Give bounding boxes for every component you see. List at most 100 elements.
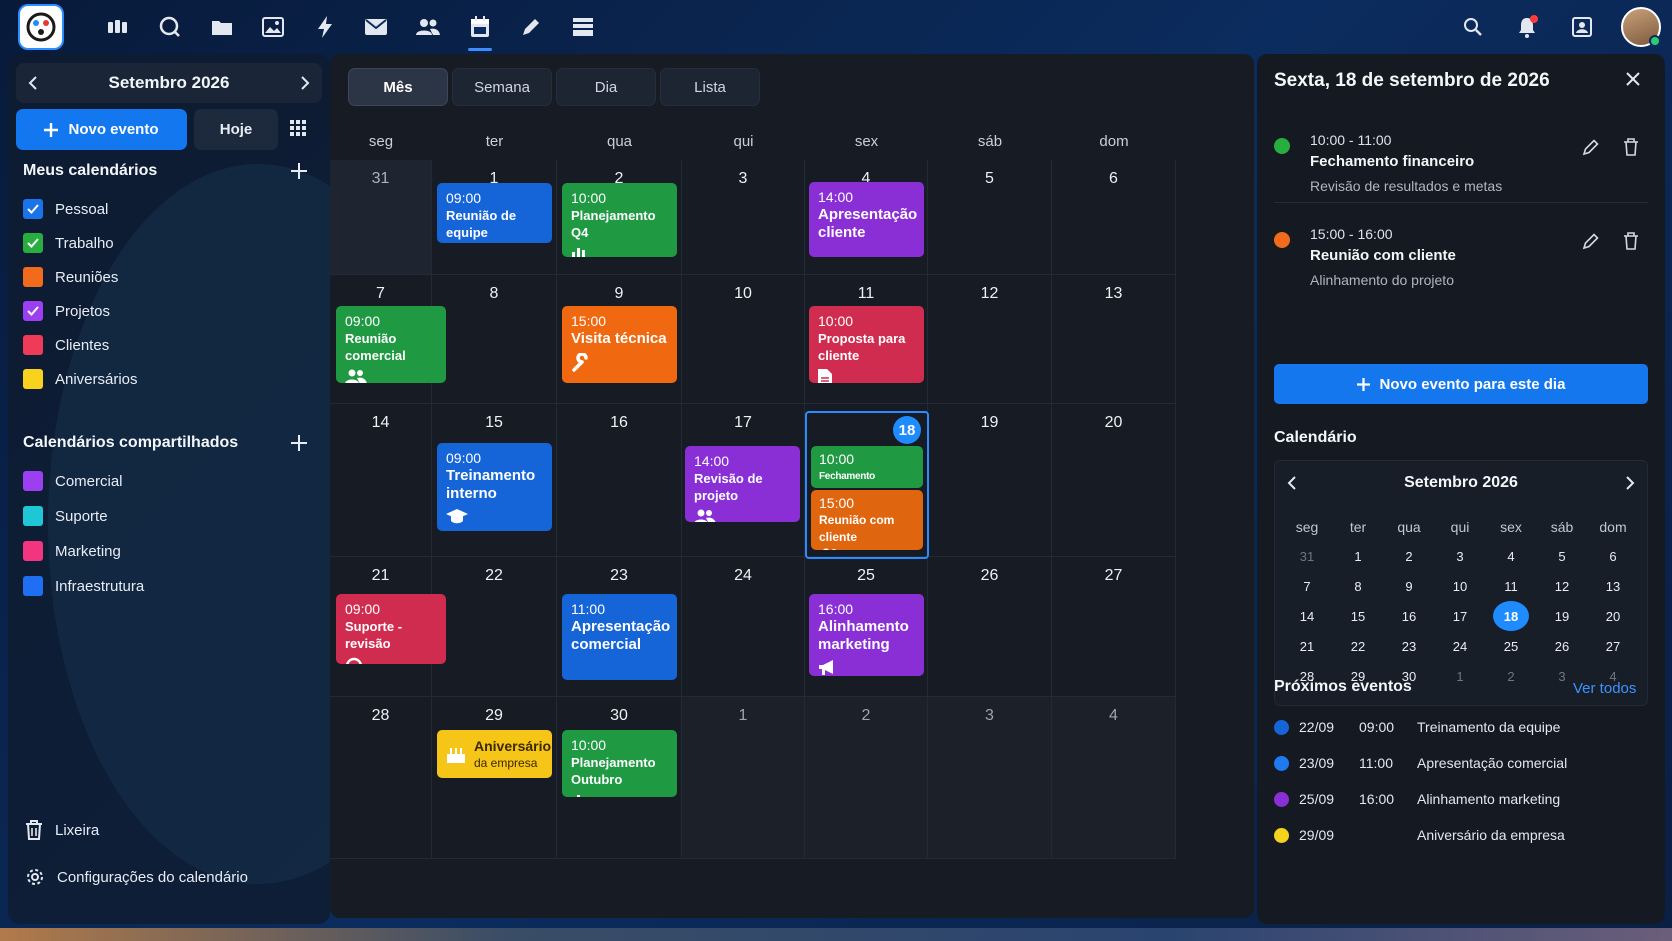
day-cell[interactable]: 24	[682, 557, 805, 697]
new-event-button[interactable]: Novo evento	[16, 109, 187, 150]
calendar-color-swatch[interactable]	[23, 506, 43, 526]
upcoming-event[interactable]: 23/09 11:00 Apresentação comercial	[1274, 752, 1648, 774]
mini-day[interactable]: 24	[1435, 634, 1485, 658]
day-cell[interactable]: 20	[1052, 404, 1176, 557]
calendar-event[interactable]: 10:00 Proposta para cliente	[809, 306, 924, 383]
mini-day[interactable]: 2	[1384, 544, 1434, 568]
calendar-item[interactable]: Aniversários	[23, 369, 138, 389]
new-day-event-button[interactable]: Novo evento para este dia	[1274, 364, 1648, 404]
day-cell[interactable]: 31	[330, 160, 432, 275]
mini-day[interactable]: 31	[1282, 544, 1332, 568]
calendar-event[interactable]: Aniversário da empresa	[437, 730, 552, 778]
upcoming-event[interactable]: 29/09 Aniversário da empresa	[1274, 824, 1648, 846]
mini-day[interactable]: 16	[1384, 604, 1434, 628]
calendar-item[interactable]: Pessoal	[23, 199, 108, 219]
mini-day[interactable]: 4	[1486, 544, 1536, 568]
mini-day[interactable]: 15	[1333, 604, 1383, 628]
contacts-icon[interactable]	[414, 13, 442, 41]
day-cell[interactable]: 3	[682, 160, 805, 275]
calendar-item[interactable]: Clientes	[23, 335, 109, 355]
widgets-icon[interactable]	[104, 13, 132, 41]
mini-day[interactable]: 25	[1486, 634, 1536, 658]
trash-icon[interactable]	[1623, 232, 1639, 250]
day-cell[interactable]: 1	[682, 697, 805, 859]
calendar-event[interactable]: 09:00 Treinamento interno	[437, 443, 552, 531]
day-cell[interactable]: 8	[432, 275, 557, 404]
mini-day[interactable]: 9	[1384, 574, 1434, 598]
day-cell[interactable]: 4	[1052, 697, 1176, 859]
mini-day[interactable]: 10	[1435, 574, 1485, 598]
calendar-checkbox[interactable]	[23, 369, 43, 389]
shared-calendar-item[interactable]: Comercial	[23, 471, 123, 491]
calendar-event[interactable]: 10:00 Fechamento financeiro	[811, 446, 923, 488]
prev-month-button[interactable]	[16, 63, 50, 103]
mini-day[interactable]: 12	[1537, 574, 1587, 598]
mini-day[interactable]: 1	[1435, 664, 1485, 688]
apps-logo-icon[interactable]	[18, 4, 64, 50]
calendar-checkbox[interactable]	[23, 301, 43, 321]
pen-icon[interactable]	[517, 13, 545, 41]
calendar-checkbox[interactable]	[23, 267, 43, 287]
calendar-checkbox[interactable]	[23, 233, 43, 253]
tab-1[interactable]: Semana	[452, 68, 552, 106]
calendar-item[interactable]: Projetos	[23, 301, 110, 321]
mini-day[interactable]: 6	[1588, 544, 1638, 568]
calendar-event[interactable]: 15:00 Reunião com cliente	[811, 490, 923, 550]
mini-day[interactable]: 7	[1282, 574, 1332, 598]
day-event-item[interactable]: 10:00 - 11:00 Fechamento financeiro Revisã…	[1274, 132, 1648, 202]
day-cell[interactable]: 22	[432, 557, 557, 697]
mini-day[interactable]: 20	[1588, 604, 1638, 628]
calendar-event[interactable]: 10:00 Planejamento Q4	[562, 183, 677, 257]
day-cell[interactable]: 3	[928, 697, 1052, 859]
mini-day-selected[interactable]: 18	[1486, 601, 1536, 631]
shared-calendar-item[interactable]: Infraestrutura	[23, 576, 144, 596]
day-cell[interactable]: 19	[928, 404, 1052, 557]
calendar-icon[interactable]	[466, 13, 494, 51]
day-cell[interactable]: 27	[1052, 557, 1176, 697]
calendar-event[interactable]: 14:00 Revisão de projeto	[685, 446, 800, 522]
mini-day[interactable]: 13	[1588, 574, 1638, 598]
shared-calendar-item[interactable]: Suporte	[23, 506, 108, 526]
tab-0[interactable]: Mês	[348, 68, 448, 106]
mini-day[interactable]: 11	[1486, 574, 1536, 598]
mini-day[interactable]: 8	[1333, 574, 1383, 598]
calendar-item[interactable]: Trabalho	[23, 233, 114, 253]
chat-icon[interactable]	[156, 13, 184, 41]
next-month-button[interactable]	[288, 63, 322, 103]
calendar-color-swatch[interactable]	[23, 471, 43, 491]
mini-next-button[interactable]	[1625, 476, 1635, 490]
calendar-event[interactable]: 10:00 Planejamento Outubro	[562, 730, 677, 797]
mini-day[interactable]: 14	[1282, 604, 1332, 628]
trash-icon[interactable]	[1623, 138, 1639, 156]
day-cell[interactable]: 2	[805, 697, 928, 859]
mini-day[interactable]: 21	[1282, 634, 1332, 658]
calendar-event[interactable]: 14:00 Apresentação cliente	[809, 182, 924, 257]
search-icon[interactable]	[1459, 13, 1487, 41]
calendar-checkbox[interactable]	[23, 199, 43, 219]
address-book-icon[interactable]	[1568, 13, 1596, 41]
add-calendar-icon[interactable]	[291, 163, 307, 179]
day-cell[interactable]: 28	[330, 697, 432, 859]
tab-3[interactable]: Lista	[660, 68, 760, 106]
mini-day[interactable]: 17	[1435, 604, 1485, 628]
mini-day[interactable]: 27	[1588, 634, 1638, 658]
day-cell[interactable]: 14	[330, 404, 432, 557]
day-cell[interactable]: 29	[432, 697, 557, 859]
calendar-event[interactable]: 11:00 Apresentação comercial	[562, 594, 677, 680]
close-icon[interactable]	[1625, 71, 1641, 87]
mini-day[interactable]: 5	[1537, 544, 1587, 568]
day-cell[interactable]: 26	[928, 557, 1052, 697]
mini-day[interactable]: 1	[1333, 544, 1383, 568]
mini-day[interactable]: 23	[1384, 634, 1434, 658]
calendar-event[interactable]: 09:00 Suporte - revisão	[336, 594, 446, 664]
day-event-item[interactable]: 15:00 - 16:00 Reunião com cliente Alinhame…	[1274, 226, 1648, 296]
edit-icon[interactable]	[1582, 232, 1600, 250]
calendar-item[interactable]: Reuniões	[23, 267, 118, 287]
shared-calendar-item[interactable]: Marketing	[23, 541, 121, 561]
day-cell[interactable]: 10	[682, 275, 805, 404]
calendar-event[interactable]: 16:00 Alinhamento marketing	[809, 594, 924, 676]
tab-2[interactable]: Dia	[556, 68, 656, 106]
calendar-event[interactable]: 15:00 Visita técnica	[562, 306, 677, 383]
mail-icon[interactable]	[362, 13, 390, 41]
avatar[interactable]	[1621, 7, 1661, 47]
